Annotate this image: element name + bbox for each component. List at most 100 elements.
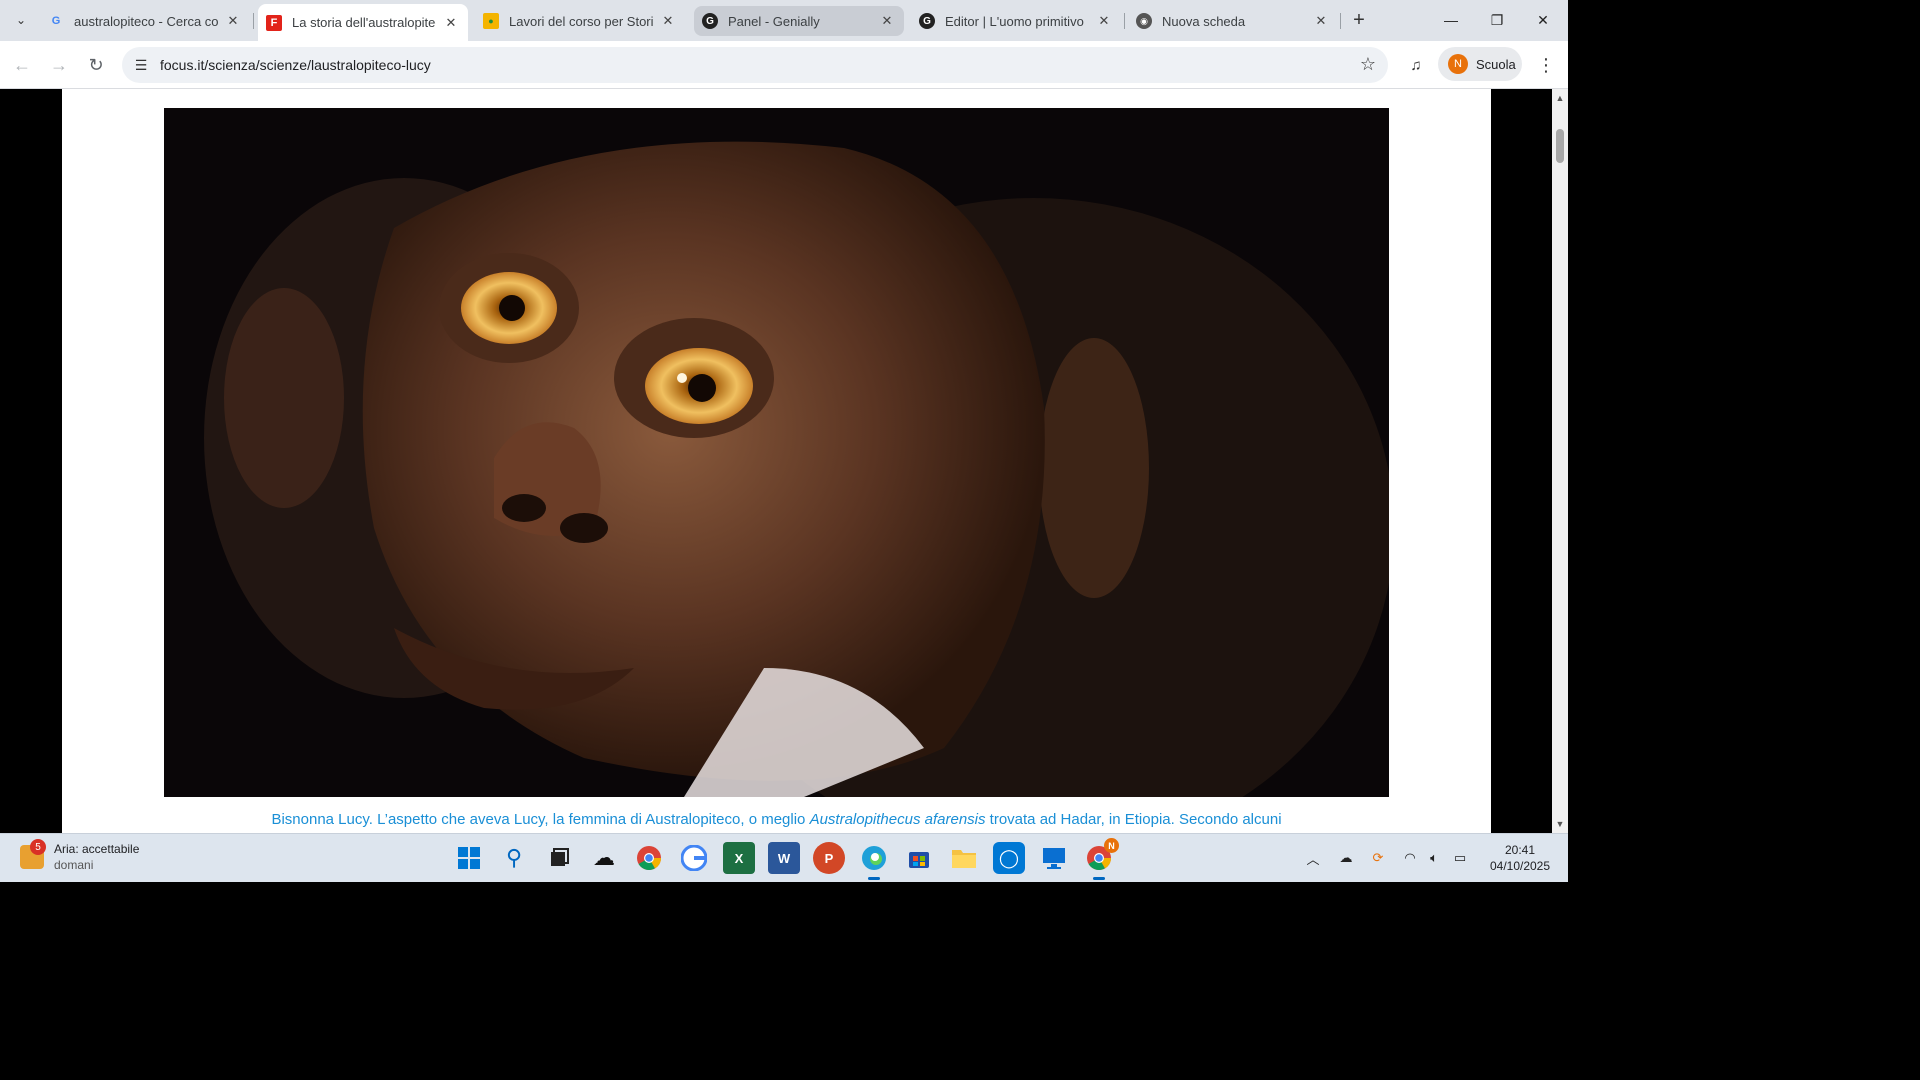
restore-icon: ❐ <box>1490 11 1504 28</box>
profile-button[interactable]: N Scuola <box>1438 47 1522 81</box>
tab-separator <box>1124 13 1125 29</box>
battery-icon[interactable]: ▭ <box>1450 848 1470 868</box>
remote-desktop-button[interactable] <box>1038 842 1070 874</box>
tab-close-icon[interactable]: ✕ <box>1312 12 1330 30</box>
scroll-up-arrow-icon[interactable]: ▲ <box>1555 93 1565 103</box>
tab-separator <box>1340 13 1341 29</box>
show-hidden-icons-button[interactable]: ︿ <box>1303 848 1323 868</box>
sync-icon[interactable]: ⟳ <box>1368 848 1388 868</box>
search-icon: ⚲ <box>505 845 523 870</box>
tab-close-icon[interactable]: ✕ <box>1095 12 1113 30</box>
weather-widget[interactable]: 5 Aria: accettabile domani <box>20 839 139 873</box>
close-window-button[interactable]: ✕ <box>1520 0 1566 40</box>
address-bar[interactable]: ☰ focus.it/scienza/scienze/laustralopite… <box>122 47 1388 83</box>
restore-button[interactable]: ❐ <box>1474 0 1520 40</box>
tab-close-icon[interactable]: ✕ <box>659 12 677 30</box>
word-button[interactable]: W <box>768 842 800 874</box>
bookmark-star-icon[interactable]: ☆ <box>1360 54 1376 75</box>
profile-badge: N <box>1104 838 1119 853</box>
close-icon: ✕ <box>1537 11 1549 28</box>
google-app-button[interactable] <box>678 842 710 874</box>
reload-button[interactable]: ↻ <box>82 51 110 79</box>
tab-title: Panel - Genially <box>728 13 820 29</box>
menu-kebab-icon[interactable]: ⋮ <box>1534 53 1558 77</box>
tab-genially-panel[interactable]: G Panel - Genially ✕ <box>694 6 904 36</box>
media-control-icon[interactable]: ♫ <box>1404 53 1428 77</box>
genially-icon: G <box>919 13 935 29</box>
onedrive-button[interactable]: ☁ <box>588 842 620 874</box>
tab-search-button[interactable]: ⌄ <box>8 7 34 33</box>
tab-close-icon[interactable]: ✕ <box>878 12 896 30</box>
page-viewport: Bisnonna Lucy. L’aspetto che aveva Lucy,… <box>0 89 1552 833</box>
file-explorer-button[interactable] <box>948 842 980 874</box>
scroll-down-arrow-icon[interactable]: ▼ <box>1555 819 1565 829</box>
weather-subtitle: domani <box>54 858 94 872</box>
profile-label: Scuola <box>1476 56 1516 72</box>
tab-close-icon[interactable]: ✕ <box>224 12 242 30</box>
store-button[interactable] <box>903 842 935 874</box>
caption-text-end: trovata ad Hadar, in Etiopia. Secondo al… <box>985 811 1282 828</box>
tab-genially-editor[interactable]: G Editor | L'uomo primitivo ✕ <box>911 6 1121 36</box>
plus-icon: + <box>1353 8 1365 31</box>
search-button[interactable]: ⚲ <box>498 842 530 874</box>
google-g-icon <box>681 845 707 871</box>
air-quality-icon: 5 <box>20 839 46 869</box>
chrome-icon <box>637 846 661 871</box>
task-view-button[interactable] <box>543 842 575 874</box>
chrome-profile-button[interactable]: N <box>1083 838 1119 880</box>
notification-badge: 5 <box>30 839 46 855</box>
arrow-left-icon: ← <box>13 54 31 75</box>
back-button[interactable]: ← <box>8 51 36 79</box>
folder-icon <box>952 850 976 868</box>
start-button[interactable] <box>453 842 485 874</box>
excel-button[interactable]: X <box>723 842 755 874</box>
tab-strip: ⌄ G australopiteco - Cerca con Google ✕ … <box>0 0 1568 41</box>
tab-title: Lavori del corso per Storia <box>509 13 653 29</box>
store-icon <box>909 852 929 868</box>
word-icon: W <box>777 850 791 866</box>
system-clock[interactable]: 20:41 04/10/2025 <box>1480 842 1560 874</box>
edge-button[interactable] <box>858 842 890 880</box>
arrow-right-icon: → <box>50 54 68 75</box>
tab-focus-lucy[interactable]: F La storia dell'australopiteco Lucy ✕ <box>258 4 468 41</box>
minimize-button[interactable]: — <box>1428 0 1474 40</box>
chevron-up-icon: ︿ <box>1306 851 1320 867</box>
wifi-icon[interactable]: ◠ <box>1400 848 1420 868</box>
lucy-face-illustration <box>164 108 1389 797</box>
chrome-taskbar-button[interactable] <box>633 842 665 874</box>
genially-icon: G <box>702 13 718 29</box>
address-url[interactable]: focus.it/scienza/scienze/laustralopiteco… <box>160 57 431 73</box>
monitor-icon <box>1043 848 1065 869</box>
reload-icon: ↻ <box>88 54 104 75</box>
outlook-icon: ◯ <box>998 847 1020 868</box>
site-info-icon[interactable]: ☰ <box>130 54 152 76</box>
tab-title: Nuova scheda <box>1162 13 1246 29</box>
tab-google-search[interactable]: G australopiteco - Cerca con Google ✕ <box>40 6 250 36</box>
outlook-button[interactable]: ◯ <box>993 842 1025 874</box>
cloud-icon: ☁ <box>593 845 615 870</box>
google-g-icon: G <box>51 15 61 27</box>
onedrive-tray-icon[interactable]: ☁ <box>1336 848 1356 868</box>
volume-icon[interactable]: 🔈︎ <box>1424 848 1444 868</box>
clock-date: 04/10/2025 <box>1489 859 1551 873</box>
focus-f-icon: F <box>266 14 282 31</box>
page-scrollbar[interactable]: ▲ ▼ <box>1552 89 1568 833</box>
tab-title: australopiteco - Cerca con Google <box>74 13 218 29</box>
tab-new-tab[interactable]: ◉ Nuova scheda ✕ <box>1128 6 1338 36</box>
task-view-icon <box>551 848 569 866</box>
tab-title: Editor | L'uomo primitivo <box>945 13 1084 29</box>
tab-close-icon[interactable]: ✕ <box>442 14 460 32</box>
photo-caption: Bisnonna Lucy. L’aspetto che aveva Lucy,… <box>62 811 1491 828</box>
tab-classroom[interactable]: ● Lavori del corso per Storia ✕ <box>475 6 685 36</box>
powerpoint-button[interactable]: P <box>813 842 845 874</box>
forward-button[interactable]: → <box>45 51 73 79</box>
classroom-icon: ● <box>483 13 499 29</box>
tab-title: La storia dell'australopiteco Lucy <box>292 15 436 30</box>
scrollbar-thumb[interactable] <box>1556 129 1564 163</box>
excel-icon: X <box>734 850 744 866</box>
chevron-down-icon: ⌄ <box>15 13 27 27</box>
new-tab-button[interactable]: + <box>1348 8 1370 32</box>
clock-time: 20:41 <box>1504 843 1536 857</box>
powerpoint-icon: P <box>824 850 834 866</box>
chrome-icon: ◉ <box>1136 13 1152 29</box>
